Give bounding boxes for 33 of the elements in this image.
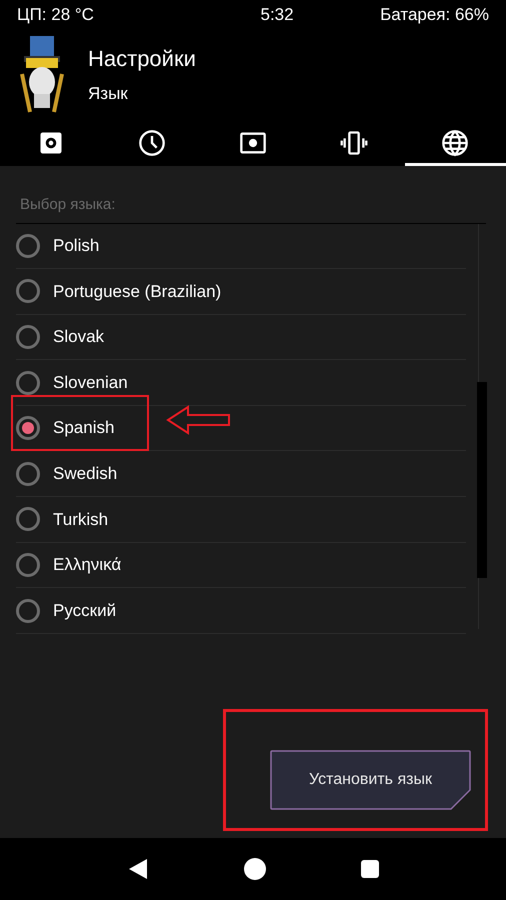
radio-button[interactable]: [16, 370, 40, 395]
logo-icon: [18, 34, 66, 114]
language-option[interactable]: Slovak: [16, 314, 466, 360]
screen-title: Настройки: [88, 44, 196, 73]
language-option[interactable]: Русский: [16, 588, 466, 634]
radio-button[interactable]: [16, 462, 40, 486]
home-icon[interactable]: [244, 858, 266, 880]
clock-time: 5:32: [260, 4, 294, 26]
language-option[interactable]: Spanish: [16, 406, 466, 452]
battery-level: Батарея: 66%: [380, 4, 489, 26]
clock-icon: [138, 128, 166, 156]
language-option[interactable]: Swedish: [16, 451, 466, 498]
radio-button[interactable]: [16, 279, 40, 304]
vibrate-icon: [340, 128, 368, 156]
radio-button[interactable]: [16, 598, 40, 623]
globe-icon: [441, 128, 470, 156]
language-option[interactable]: Portuguese (Brazilian): [16, 269, 466, 315]
back-icon[interactable]: [127, 857, 150, 881]
screen-subtitle: Язык: [88, 82, 129, 105]
language-option[interactable]: Polish: [16, 224, 466, 270]
section-label: Выбор языка:: [19, 195, 116, 215]
apply-button[interactable]: Установить язык: [270, 750, 471, 810]
language-option[interactable]: Turkish: [16, 497, 466, 543]
radio-button[interactable]: [16, 234, 40, 258]
recents-icon[interactable]: [360, 860, 379, 878]
language-option[interactable]: Slovenian: [16, 360, 466, 406]
arrow-icon: [166, 405, 232, 435]
language-option[interactable]: Ελληνικά: [16, 542, 466, 588]
radio-button[interactable]: [16, 416, 40, 440]
radio-button[interactable]: [16, 552, 40, 577]
radio-button[interactable]: [16, 324, 40, 349]
radio-button[interactable]: [16, 507, 40, 532]
cpu-temperature: ЦП: 28 °C: [17, 4, 94, 26]
